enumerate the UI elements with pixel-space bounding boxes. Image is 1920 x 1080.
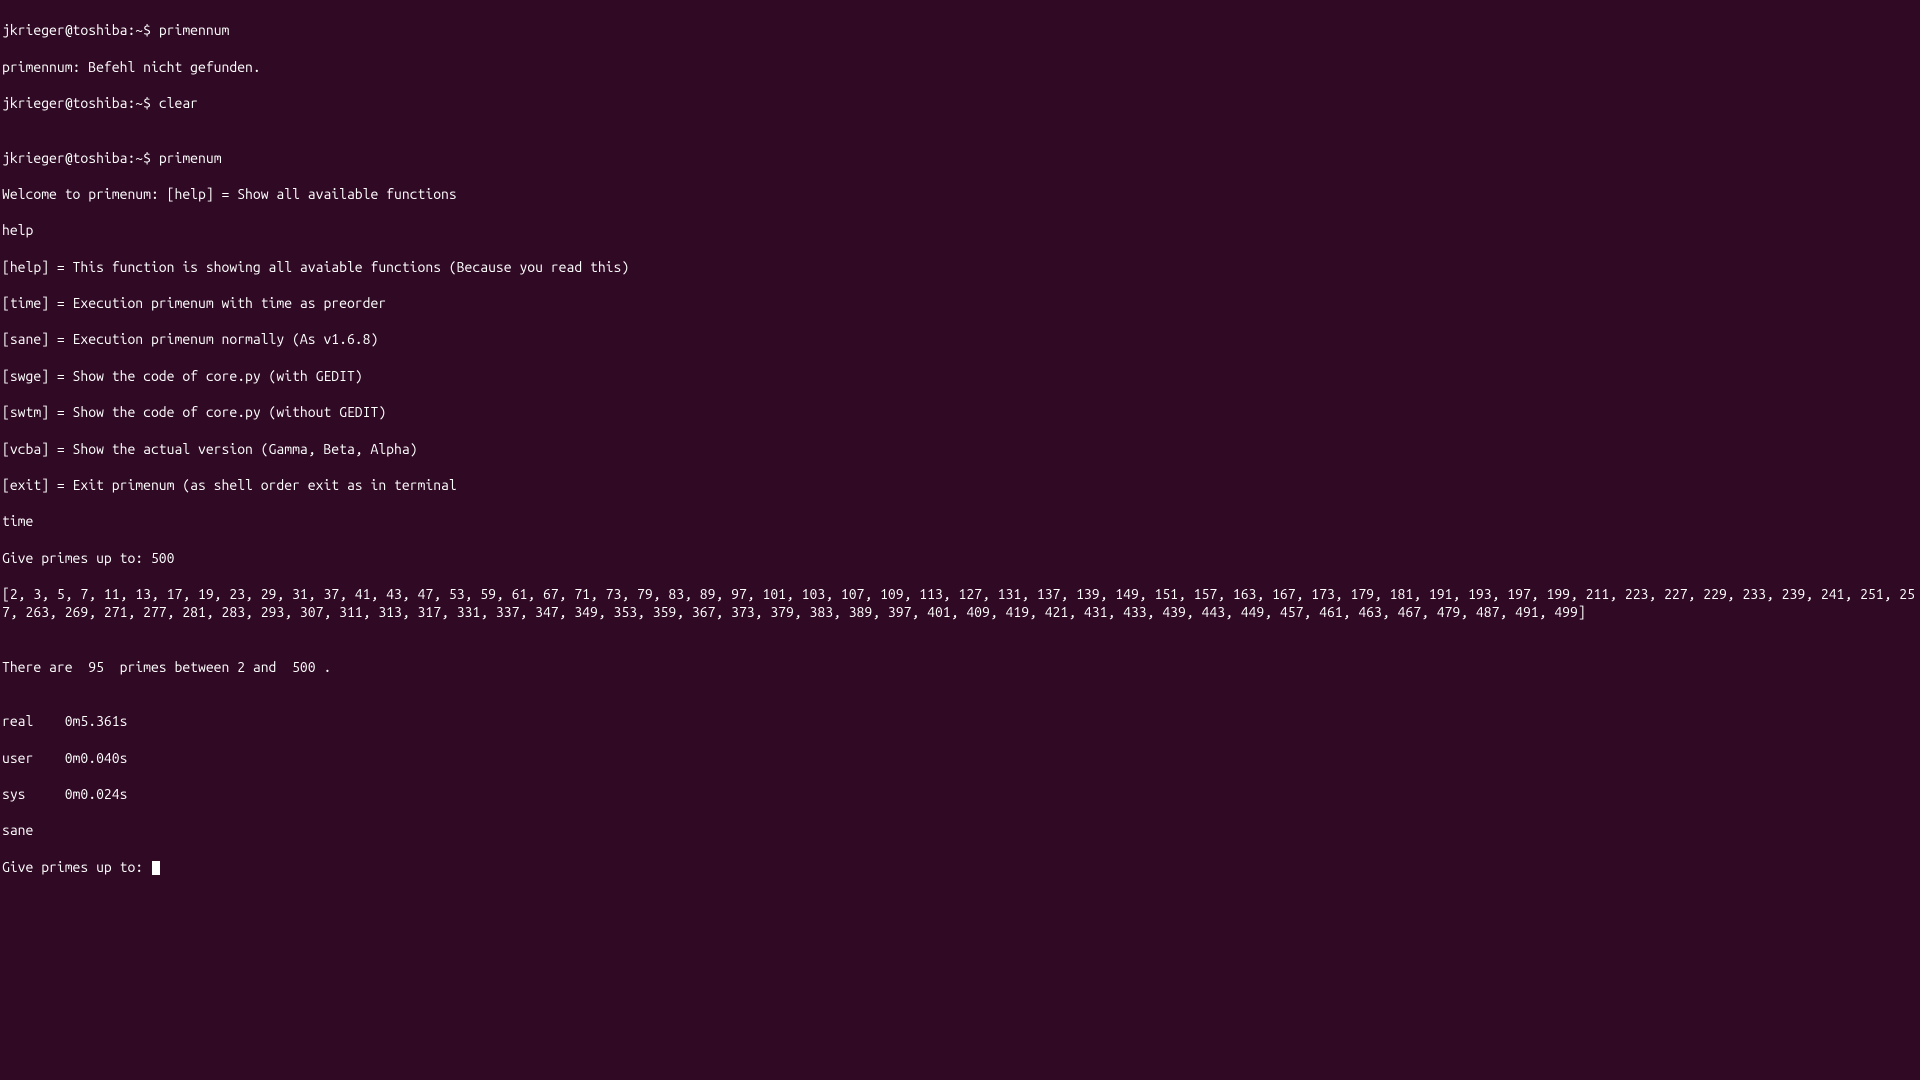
shell-prompt: jkrieger@toshiba:~$ xyxy=(2,150,159,166)
help-entry-swtm: [swtm] = Show the code of core.py (witho… xyxy=(2,403,1920,421)
welcome-message: Welcome to primenum: [help] = Show all a… xyxy=(2,185,1920,203)
primes-list-output: [2, 3, 5, 7, 11, 13, 17, 19, 23, 29, 31,… xyxy=(2,585,1920,621)
terminal-output[interactable]: jkrieger@toshiba:~$ primennum primennum:… xyxy=(2,3,1920,894)
help-entry-vcba: [vcba] = Show the actual version (Gamma,… xyxy=(2,440,1920,458)
give-primes-prompt: Give primes up to: 500 xyxy=(2,549,1920,567)
prompt-line-3: jkrieger@toshiba:~$ primenum xyxy=(2,149,1920,167)
cursor-icon xyxy=(152,861,160,875)
user-input-help: help xyxy=(2,221,1920,239)
typed-command: clear xyxy=(159,95,198,111)
give-primes-prompt-current: Give primes up to: xyxy=(2,859,151,875)
shell-prompt: jkrieger@toshiba:~$ xyxy=(2,95,159,111)
current-prompt-line[interactable]: Give primes up to: xyxy=(2,858,1920,876)
prompt-line-1: jkrieger@toshiba:~$ primennum xyxy=(2,21,1920,39)
shell-prompt: jkrieger@toshiba:~$ xyxy=(2,22,159,38)
error-output: primennum: Befehl nicht gefunden. xyxy=(2,58,1920,76)
typed-command: primenum xyxy=(159,150,222,166)
time-sys: sys 0m0.024s xyxy=(2,785,1920,803)
time-real: real 0m5.361s xyxy=(2,712,1920,730)
help-entry-sane: [sane] = Execution primenum normally (As… xyxy=(2,330,1920,348)
typed-command: primennum xyxy=(159,22,230,38)
help-entry-exit: [exit] = Exit primenum (as shell order e… xyxy=(2,476,1920,494)
primes-count-output: There are 95 primes between 2 and 500 . xyxy=(2,658,1920,676)
help-entry-help: [help] = This function is showing all av… xyxy=(2,258,1920,276)
time-user: user 0m0.040s xyxy=(2,749,1920,767)
help-entry-swge: [swge] = Show the code of core.py (with … xyxy=(2,367,1920,385)
prompt-line-2: jkrieger@toshiba:~$ clear xyxy=(2,94,1920,112)
help-entry-time: [time] = Execution primenum with time as… xyxy=(2,294,1920,312)
user-input-time: time xyxy=(2,512,1920,530)
user-input-sane: sane xyxy=(2,821,1920,839)
